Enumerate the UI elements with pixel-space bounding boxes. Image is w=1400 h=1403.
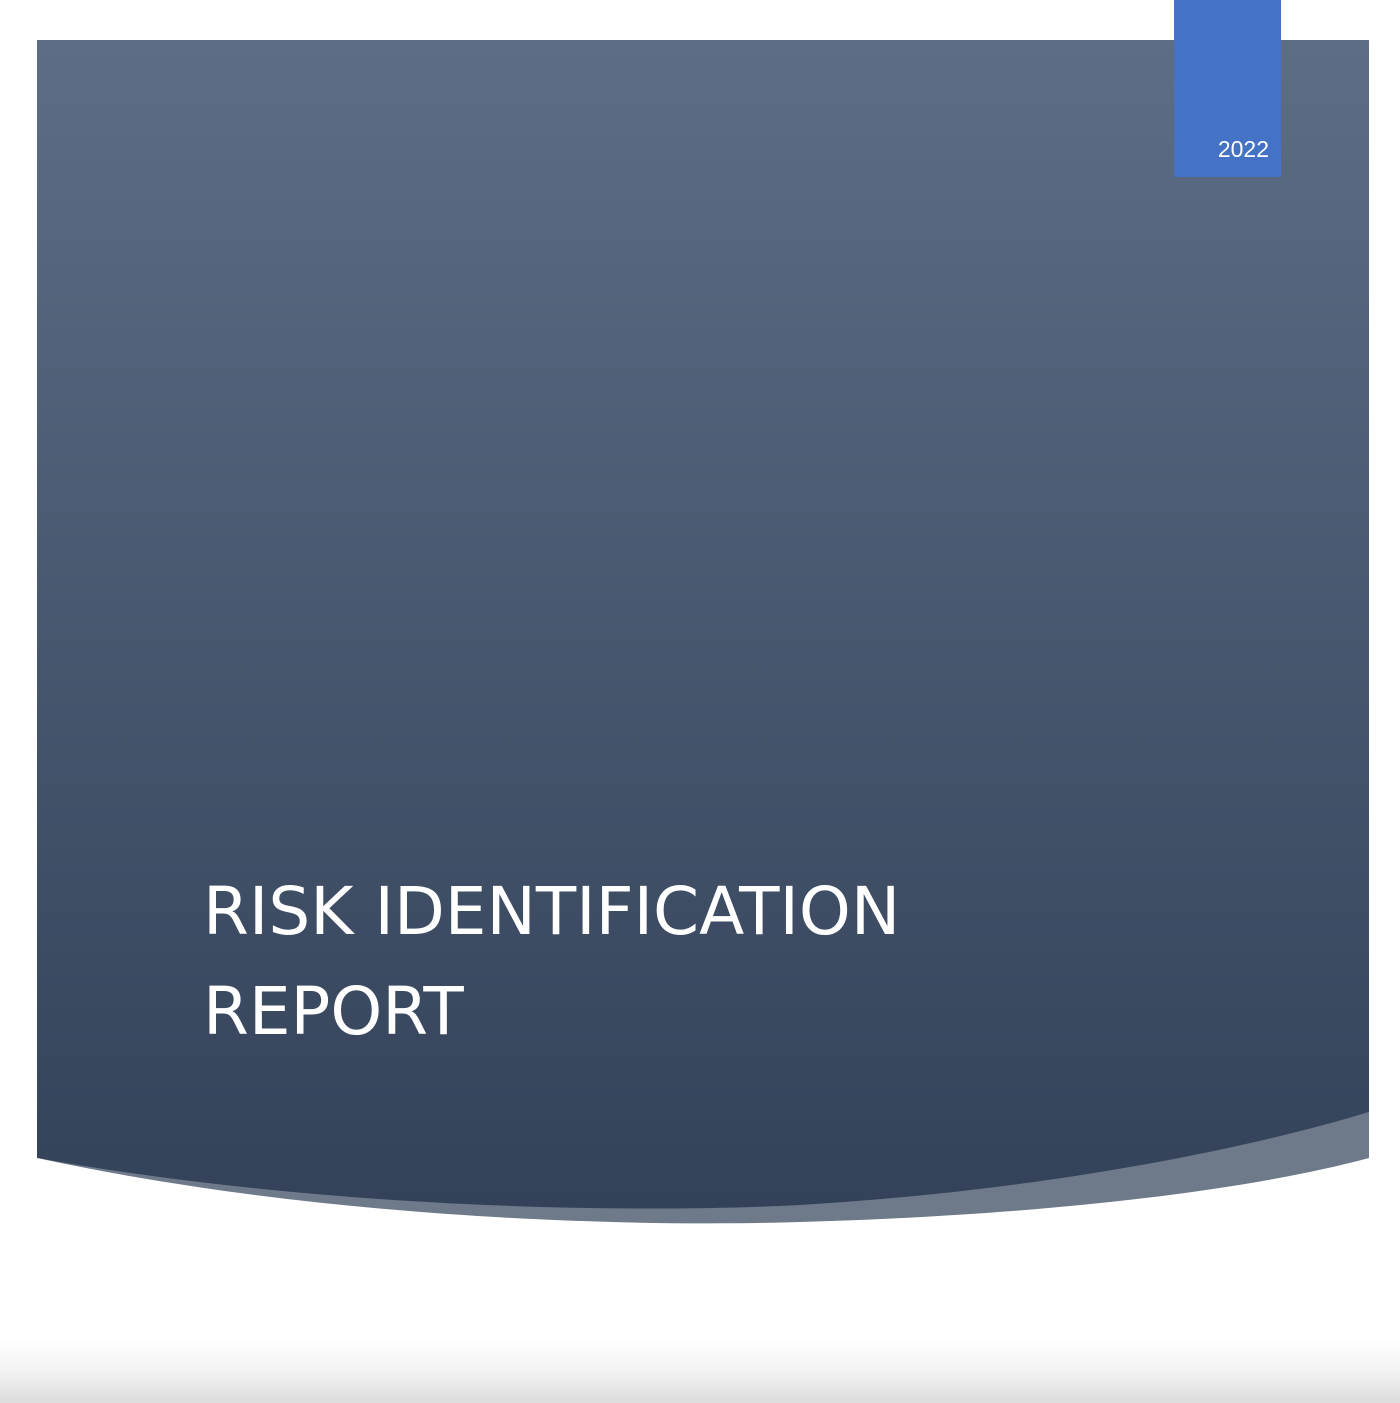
year-tab: 2022 xyxy=(1174,0,1281,177)
report-title-line-2: REPORT xyxy=(203,973,464,1050)
report-title: RISK IDENTIFICATION REPORT xyxy=(203,862,1203,1062)
report-title-line-1: RISK IDENTIFICATION xyxy=(203,873,901,950)
page-bottom-shadow xyxy=(0,1338,1400,1403)
cover-background-panel xyxy=(37,40,1369,1224)
year-label: 2022 xyxy=(1217,136,1269,162)
cover-page: 2022 RISK IDENTIFICATION REPORT xyxy=(0,0,1400,1403)
